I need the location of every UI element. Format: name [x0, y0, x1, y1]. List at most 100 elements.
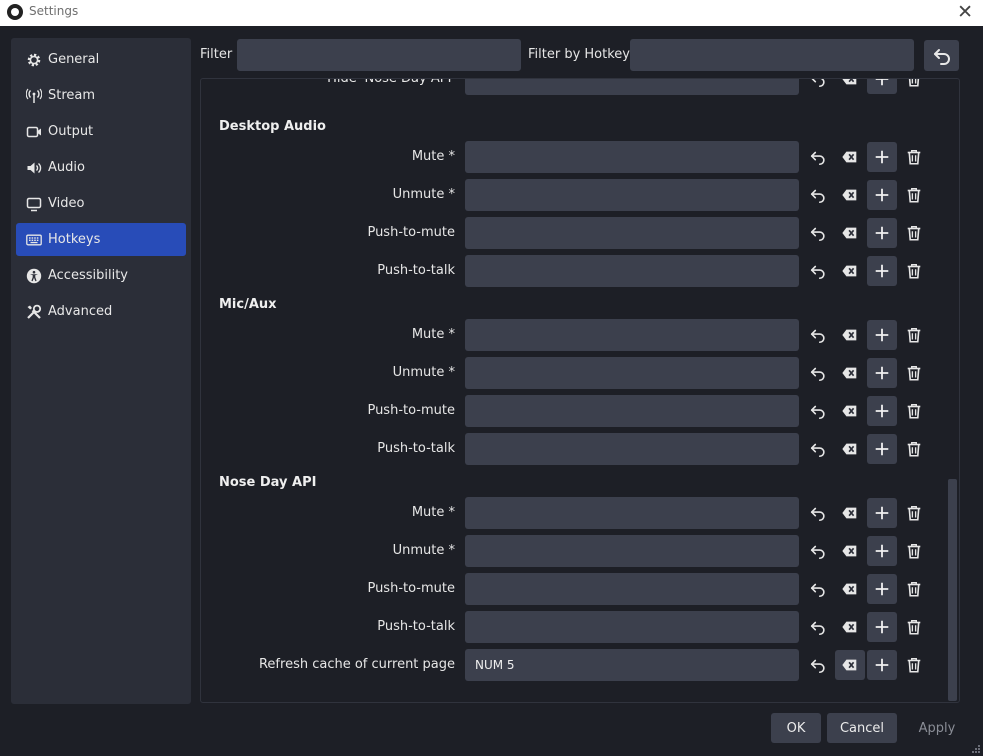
- delete-button[interactable]: [899, 396, 929, 426]
- clear-button[interactable]: [835, 256, 865, 286]
- resize-grip-icon[interactable]: [971, 744, 981, 754]
- hotkey-input[interactable]: [465, 497, 799, 529]
- add-button[interactable]: [867, 536, 897, 566]
- revert-button[interactable]: [803, 536, 833, 566]
- add-button[interactable]: [867, 218, 897, 248]
- add-button[interactable]: [867, 320, 897, 350]
- plus-icon: [875, 264, 889, 278]
- add-button[interactable]: [867, 574, 897, 604]
- sidebar-item-label: Output: [48, 124, 94, 139]
- revert-button[interactable]: [803, 218, 833, 248]
- sidebar-item-general[interactable]: General: [16, 43, 186, 76]
- filter-input[interactable]: [237, 39, 521, 71]
- hotkey-input[interactable]: [465, 535, 799, 567]
- sidebar-item-audio[interactable]: Audio: [16, 151, 186, 184]
- add-button[interactable]: [867, 358, 897, 388]
- delete-button[interactable]: [899, 536, 929, 566]
- revert-button[interactable]: [803, 396, 833, 426]
- sidebar-item-advanced[interactable]: Advanced: [16, 295, 186, 328]
- scrollbar-thumb[interactable]: [948, 479, 957, 701]
- sidebar-item-hotkeys[interactable]: Hotkeys: [16, 223, 186, 256]
- hotkey-input[interactable]: [465, 79, 799, 95]
- delete-button[interactable]: [899, 612, 929, 642]
- add-button[interactable]: [867, 396, 897, 426]
- revert-button[interactable]: [803, 434, 833, 464]
- clear-button[interactable]: [835, 650, 865, 680]
- sidebar-item-accessibility[interactable]: Accessibility: [16, 259, 186, 292]
- revert-button[interactable]: [803, 256, 833, 286]
- revert-button[interactable]: [803, 650, 833, 680]
- clear-button[interactable]: [835, 396, 865, 426]
- clear-button[interactable]: [835, 180, 865, 210]
- delete-button[interactable]: [899, 498, 929, 528]
- hotkey-input[interactable]: [465, 433, 799, 465]
- delete-button[interactable]: [899, 434, 929, 464]
- hotkey-label: Unmute *: [392, 187, 455, 202]
- clear-button[interactable]: [835, 612, 865, 642]
- clear-button[interactable]: [835, 574, 865, 604]
- apply-button[interactable]: Apply: [904, 713, 970, 743]
- trash-icon: [907, 619, 921, 635]
- ok-button[interactable]: OK: [771, 713, 821, 743]
- add-button[interactable]: [867, 180, 897, 210]
- clear-button[interactable]: [835, 218, 865, 248]
- delete-button[interactable]: [899, 142, 929, 172]
- delete-button[interactable]: [899, 218, 929, 248]
- revert-icon: [810, 659, 825, 674]
- add-button[interactable]: [867, 79, 897, 94]
- delete-button[interactable]: [899, 180, 929, 210]
- trash-icon: [907, 225, 921, 241]
- hotkey-input[interactable]: [465, 611, 799, 643]
- sidebar-item-stream[interactable]: Stream: [16, 79, 186, 112]
- plus-icon: [875, 620, 889, 634]
- revert-button[interactable]: [803, 79, 833, 94]
- delete-button[interactable]: [899, 650, 929, 680]
- clear-button[interactable]: [835, 536, 865, 566]
- clear-button[interactable]: [835, 434, 865, 464]
- delete-button[interactable]: [899, 358, 929, 388]
- add-button[interactable]: [867, 142, 897, 172]
- cancel-button[interactable]: Cancel: [827, 713, 897, 743]
- hotkey-group-title: Nose Day API: [219, 475, 317, 490]
- sidebar-item-output[interactable]: Output: [16, 115, 186, 148]
- sidebar-item-video[interactable]: Video: [16, 187, 186, 220]
- delete-button[interactable]: [899, 320, 929, 350]
- revert-button[interactable]: [803, 320, 833, 350]
- revert-button[interactable]: [803, 498, 833, 528]
- hotkey-input[interactable]: [465, 179, 799, 211]
- filter-by-hotkey-input[interactable]: [630, 39, 914, 71]
- hotkeys-scroll-area[interactable]: Hide 'Nose Day API' Desktop Audio Mute * Un…: [200, 78, 960, 703]
- hotkey-input[interactable]: [465, 255, 799, 287]
- revert-button[interactable]: [803, 142, 833, 172]
- hotkey-input[interactable]: [465, 357, 799, 389]
- trash-icon: [907, 263, 921, 279]
- add-button[interactable]: [867, 612, 897, 642]
- clear-filter-button[interactable]: [924, 40, 959, 71]
- hotkey-input[interactable]: [465, 573, 799, 605]
- hotkey-input[interactable]: NUM 5: [465, 649, 799, 681]
- clear-button[interactable]: [835, 320, 865, 350]
- antenna-icon: [25, 87, 43, 105]
- hotkey-label: Push-to-mute: [367, 225, 455, 240]
- plus-icon: [875, 226, 889, 240]
- clear-button[interactable]: [835, 79, 865, 94]
- add-button[interactable]: [867, 434, 897, 464]
- hotkey-input[interactable]: [465, 319, 799, 351]
- revert-button[interactable]: [803, 612, 833, 642]
- delete-button[interactable]: [899, 256, 929, 286]
- clear-button[interactable]: [835, 498, 865, 528]
- add-button[interactable]: [867, 256, 897, 286]
- revert-button[interactable]: [803, 180, 833, 210]
- hotkey-input[interactable]: [465, 395, 799, 427]
- add-button[interactable]: [867, 498, 897, 528]
- clear-button[interactable]: [835, 358, 865, 388]
- delete-button[interactable]: [899, 79, 929, 94]
- revert-button[interactable]: [803, 574, 833, 604]
- close-icon[interactable]: ✕: [957, 1, 973, 23]
- hotkey-input[interactable]: [465, 217, 799, 249]
- delete-button[interactable]: [899, 574, 929, 604]
- revert-button[interactable]: [803, 358, 833, 388]
- clear-button[interactable]: [835, 142, 865, 172]
- add-button[interactable]: [867, 650, 897, 680]
- hotkey-input[interactable]: [465, 141, 799, 173]
